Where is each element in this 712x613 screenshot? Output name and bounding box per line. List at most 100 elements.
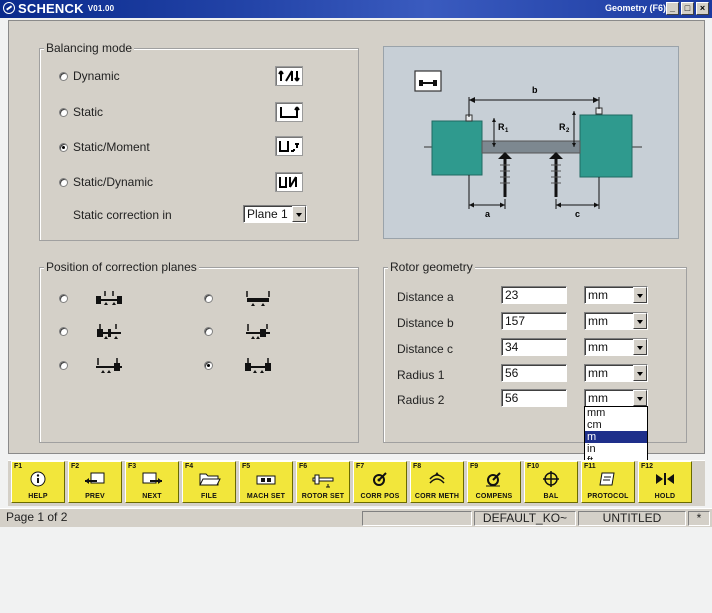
radius-1-input[interactable]: 56	[501, 364, 567, 382]
distance-b-input[interactable]: 157	[501, 312, 567, 330]
distance-b-unit-select[interactable]: mm	[584, 312, 648, 330]
plane-option-4[interactable]	[204, 327, 218, 336]
status-empty-cell	[362, 511, 472, 526]
chevron-down-icon[interactable]	[633, 313, 647, 329]
static-correction-label: Static correction in	[73, 208, 172, 222]
maximize-button[interactable]: □	[681, 2, 694, 15]
plane-option-3[interactable]	[59, 327, 73, 336]
mode-static-label: Static	[73, 105, 104, 119]
close-button[interactable]: ×	[696, 2, 709, 15]
fkey-label: ROTOR SET	[301, 493, 345, 500]
chevron-down-icon[interactable]	[633, 390, 647, 406]
compens-button[interactable]: F9 COMPENS	[467, 461, 521, 503]
plane-radio-6[interactable]	[204, 361, 213, 370]
plane-config-5-icon	[96, 358, 122, 373]
folder-icon	[199, 473, 221, 486]
mode-static-moment-option[interactable]: Static/Moment	[59, 140, 150, 154]
corr-meth-button[interactable]: F8 CORR METH	[410, 461, 464, 503]
next-button[interactable]: F3 NEXT	[125, 461, 179, 503]
mode-static-dynamic-radio[interactable]	[59, 177, 68, 187]
plane-radio-5[interactable]	[59, 361, 68, 370]
hold-button[interactable]: F12 HOLD	[638, 461, 692, 503]
mach-set-button[interactable]: F5 MACH SET	[239, 461, 293, 503]
fkey-number: F6	[299, 463, 308, 470]
distance-b-label: Distance b	[397, 316, 454, 330]
fkey-label: CORR METH	[414, 493, 460, 500]
chevron-down-icon[interactable]	[292, 206, 306, 222]
help-button[interactable]: F1 HELP	[11, 461, 65, 503]
fkey-number: F12	[641, 463, 654, 470]
plane-option-1[interactable]	[59, 294, 73, 303]
distance-c-unit: mm	[588, 340, 608, 354]
chevron-down-icon[interactable]	[633, 365, 647, 381]
radius-2-unit-select[interactable]: mm	[584, 389, 648, 407]
mode-static-radio[interactable]	[59, 107, 68, 117]
plane-option-6[interactable]	[204, 361, 218, 370]
plane-config-3-icon	[97, 324, 121, 339]
main-panel: Balancing mode Dynamic Static Static/Mom…	[8, 20, 705, 454]
mode-dynamic-radio[interactable]	[59, 71, 68, 81]
schenck-logo-icon	[3, 2, 15, 14]
fkey-number: F3	[128, 463, 137, 470]
fkey-label: MACH SET	[246, 493, 286, 500]
fkey-label: HOLD	[654, 493, 676, 500]
radius-1-label: Radius 1	[397, 368, 445, 382]
machine-icon	[256, 475, 276, 485]
profile-name: DEFAULT_KO~	[474, 511, 576, 526]
plane-radio-3[interactable]	[59, 327, 68, 336]
compens-icon	[486, 472, 501, 487]
mode-static-moment-radio[interactable]	[59, 142, 68, 152]
prev-button[interactable]: F2 PREV	[68, 461, 122, 503]
fkey-number: F8	[413, 463, 422, 470]
mode-static-option[interactable]: Static	[59, 105, 103, 119]
chevron-down-icon[interactable]	[633, 339, 647, 355]
radius-2-input[interactable]: 56	[501, 389, 567, 407]
distance-c-input[interactable]: 34	[501, 338, 567, 356]
plane-option-2[interactable]	[204, 294, 218, 303]
unit-option-m[interactable]: m	[585, 431, 647, 443]
unit-option-cm[interactable]: cm	[585, 419, 647, 431]
plane-config-4-icon	[246, 324, 270, 339]
correction-planes-group: Position of correction planes	[39, 260, 359, 443]
modified-flag: *	[688, 511, 710, 526]
label-c: c	[575, 209, 580, 219]
plane-radio-2[interactable]	[204, 294, 213, 303]
radius-1-unit-select[interactable]: mm	[584, 364, 648, 382]
rotor-set-button[interactable]: F6 ROTOR SET	[296, 461, 350, 503]
corr-pos-button[interactable]: F7 CORR POS	[353, 461, 407, 503]
bal-button[interactable]: F10 BAL	[524, 461, 578, 503]
unit-dropdown-list: mm cm m in ft	[584, 406, 648, 468]
distance-a-unit-select[interactable]: mm	[584, 286, 648, 304]
title-bar: SCHENCK V01.00 Geometry (F6) _ □ ×	[0, 0, 712, 18]
fkey-number: F1	[14, 463, 23, 470]
fkey-label: PREV	[85, 493, 105, 500]
mode-static-dynamic-option[interactable]: Static/Dynamic	[59, 175, 153, 189]
plane-radio-4[interactable]	[204, 327, 213, 336]
label-a: a	[485, 209, 491, 219]
file-button[interactable]: F4 FILE	[182, 461, 236, 503]
static-correction-select[interactable]: Plane 1	[243, 205, 307, 223]
label-b: b	[532, 85, 538, 95]
label-r2: R	[559, 122, 566, 132]
mode-dynamic-option[interactable]: Dynamic	[59, 69, 120, 83]
balancing-mode-title: Balancing mode	[44, 41, 135, 55]
protocol-button[interactable]: F11 PROTOCOL	[581, 461, 635, 503]
window-controls: _ □ ×	[666, 2, 709, 15]
distance-a-input[interactable]: 23	[501, 286, 567, 304]
mode-static-dynamic-label: Static/Dynamic	[73, 175, 154, 189]
fkey-label: BAL	[543, 493, 559, 500]
unit-option-in[interactable]: in	[585, 443, 647, 455]
window-title: Geometry (F6)	[604, 3, 666, 13]
brand: SCHENCK V01.00	[3, 1, 114, 16]
label-r1: R	[498, 122, 505, 132]
minimize-button[interactable]: _	[666, 2, 679, 15]
page-indicator: Page 1 of 2	[6, 510, 68, 524]
plane-option-5[interactable]	[59, 361, 73, 370]
plane-radio-1[interactable]	[59, 294, 68, 303]
plane-config-1-icon	[96, 291, 122, 305]
left-rotor	[431, 120, 483, 176]
distance-c-unit-select[interactable]: mm	[584, 338, 648, 356]
unit-option-mm[interactable]: mm	[585, 407, 647, 419]
correction-planes-title: Position of correction planes	[44, 260, 199, 274]
chevron-down-icon[interactable]	[633, 287, 647, 303]
